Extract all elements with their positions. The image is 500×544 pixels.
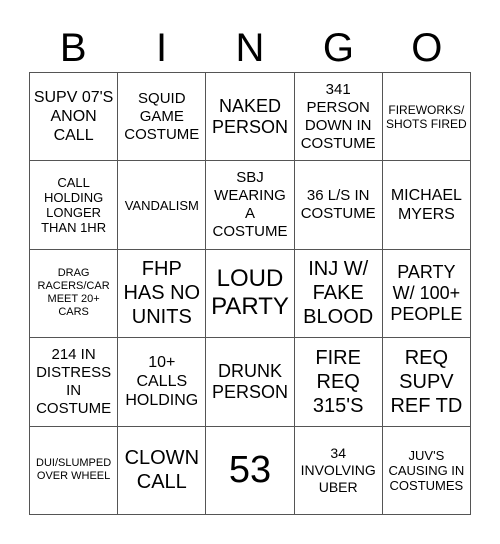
header-letter-b: B <box>59 26 87 70</box>
bingo-cell[interactable]: FIREWORKS/ SHOTS FIRED <box>382 73 471 162</box>
header-letter-n: N <box>235 26 265 70</box>
header-letter-g: G <box>322 26 354 70</box>
bingo-cell[interactable]: 36 L/S IN COSTUME <box>294 161 383 250</box>
bingo-cell[interactable]: NAKED PERSON <box>206 73 295 162</box>
bingo-cell[interactable]: CALL HOLDING LONGER THAN 1HR <box>30 161 119 250</box>
bingo-cell[interactable]: 34 INVOLVING UBER <box>294 426 383 515</box>
header-letter-i: I <box>156 26 168 70</box>
bingo-cell[interactable]: PARTY W/ 100+ PEOPLE <box>382 249 471 339</box>
bingo-cell[interactable]: REQ SUPV REF TD <box>382 338 471 427</box>
bingo-cell[interactable]: SQUID GAME COSTUME <box>118 73 207 162</box>
bingo-cell[interactable]: CLOWN CALL <box>118 426 207 515</box>
bingo-cell[interactable]: 10+ CALLS HOLDING <box>118 338 207 427</box>
bingo-board: SUPV 07'S ANON CALL SQUID GAME COSTUME N… <box>29 72 471 515</box>
bingo-cell[interactable]: INJ W/ FAKE BLOOD <box>294 249 383 339</box>
bingo-cell[interactable]: FIRE REQ 315'S <box>294 338 383 427</box>
bingo-cell[interactable]: 341 PERSON DOWN IN COSTUME <box>294 73 383 162</box>
bingo-cell-free[interactable]: 53 <box>206 426 295 515</box>
bingo-cell[interactable]: JUV'S CAUSING IN COSTUMES <box>382 426 471 515</box>
bingo-cell[interactable]: LOUD PARTY <box>206 249 295 339</box>
bingo-cell[interactable]: DUI/SLUMPED OVER WHEEL <box>30 426 119 515</box>
bingo-header: B I N G O <box>29 24 471 72</box>
bingo-cell[interactable]: 214 IN DISTRESS IN COSTUME <box>30 338 119 427</box>
header-letter-o: O <box>411 26 443 70</box>
bingo-cell[interactable]: DRUNK PERSON <box>206 338 295 427</box>
bingo-cell[interactable]: VANDALISM <box>118 161 207 250</box>
bingo-cell[interactable]: SUPV 07'S ANON CALL <box>30 73 119 162</box>
bingo-cell[interactable]: DRAG RACERS/CAR MEET 20+ CARS <box>30 249 119 339</box>
bingo-cell[interactable]: SBJ WEARING A COSTUME <box>206 161 295 250</box>
bingo-cell[interactable]: FHP HAS NO UNITS <box>118 249 207 339</box>
bingo-cell[interactable]: MICHAEL MYERS <box>382 161 471 250</box>
